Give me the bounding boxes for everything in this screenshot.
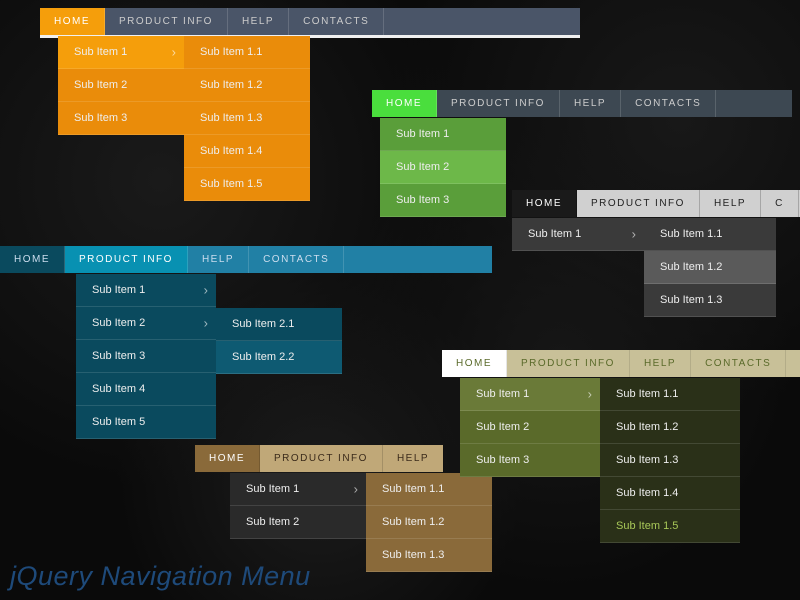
submenu-item[interactable]: Sub Item 1.3	[184, 102, 310, 135]
nav-contacts[interactable]: CONTACTS	[691, 350, 786, 377]
gray-menubar: HOME PRODUCT INFO HELP C	[512, 190, 800, 217]
nav-product-info[interactable]: PRODUCT INFO	[507, 350, 630, 377]
submenu-item[interactable]: Sub Item 4	[76, 373, 216, 406]
submenu-item[interactable]: Sub Item 1	[230, 473, 366, 506]
green-menubar: HOME PRODUCT INFO HELP CONTACTS	[372, 90, 792, 117]
submenu-item[interactable]: Sub Item 1.3	[366, 539, 492, 572]
orange-submenu-l2: Sub Item 1.1 Sub Item 1.2 Sub Item 1.3 S…	[184, 36, 310, 201]
nav-contacts[interactable]: CONTACTS	[289, 8, 384, 35]
nav-contacts[interactable]: C	[761, 190, 799, 217]
submenu-item[interactable]: Sub Item 1.1	[600, 378, 740, 411]
submenu-item[interactable]: Sub Item 2	[380, 151, 506, 184]
green-submenu: Sub Item 1 Sub Item 2 Sub Item 3	[380, 118, 506, 217]
brown-submenu-l2: Sub Item 1.1 Sub Item 1.2 Sub Item 1.3	[366, 473, 492, 572]
nav-product-info[interactable]: PRODUCT INFO	[260, 445, 383, 472]
nav-contacts[interactable]: CONTACTS	[621, 90, 716, 117]
submenu-item[interactable]: Sub Item 1.4	[600, 477, 740, 510]
orange-submenu-l1: Sub Item 1 Sub Item 2 Sub Item 3	[58, 36, 184, 135]
nav-product-info[interactable]: PRODUCT INFO	[105, 8, 228, 35]
teal-menubar: HOME PRODUCT INFO HELP CONTACTS	[0, 246, 492, 273]
submenu-item[interactable]: Sub Item 1.3	[644, 284, 776, 317]
nav-home[interactable]: HOME	[0, 246, 65, 273]
submenu-item[interactable]: Sub Item 3	[380, 184, 506, 217]
submenu-item[interactable]: Sub Item 1.5	[184, 168, 310, 201]
submenu-item[interactable]: Sub Item 1	[380, 118, 506, 151]
brown-menubar: HOME PRODUCT INFO HELP	[195, 445, 443, 472]
submenu-item[interactable]: Sub Item 1.1	[644, 218, 776, 251]
submenu-item[interactable]: Sub Item 2	[58, 69, 184, 102]
submenu-item[interactable]: Sub Item 1.1	[184, 36, 310, 69]
nav-product-info[interactable]: PRODUCT INFO	[577, 190, 700, 217]
gray-submenu-l1: Sub Item 1	[512, 218, 644, 251]
olive-submenu-l2: Sub Item 1.1 Sub Item 1.2 Sub Item 1.3 S…	[600, 378, 740, 543]
nav-home[interactable]: HOME	[512, 190, 577, 217]
submenu-item[interactable]: Sub Item 3	[460, 444, 600, 477]
nav-home[interactable]: HOME	[40, 8, 105, 35]
teal-submenu-l2: Sub Item 2.1 Sub Item 2.2	[216, 308, 342, 374]
orange-menubar: HOME PRODUCT INFO HELP CONTACTS	[40, 8, 580, 38]
submenu-item[interactable]: Sub Item 1.2	[184, 69, 310, 102]
olive-menubar: HOME PRODUCT INFO HELP CONTACTS	[442, 350, 800, 377]
brown-submenu-l1: Sub Item 1 Sub Item 2	[230, 473, 366, 539]
teal-submenu-l1: Sub Item 1 Sub Item 2 Sub Item 3 Sub Ite…	[76, 274, 216, 439]
nav-help[interactable]: HELP	[383, 445, 444, 472]
submenu-item[interactable]: Sub Item 5	[76, 406, 216, 439]
submenu-item[interactable]: Sub Item 1.4	[184, 135, 310, 168]
olive-submenu-l1: Sub Item 1 Sub Item 2 Sub Item 3	[460, 378, 600, 477]
nav-product-info[interactable]: PRODUCT INFO	[65, 246, 188, 273]
submenu-item[interactable]: Sub Item 1.2	[644, 251, 776, 284]
submenu-item[interactable]: Sub Item 2	[230, 506, 366, 539]
nav-home[interactable]: HOME	[372, 90, 437, 117]
submenu-item[interactable]: Sub Item 1	[512, 218, 644, 251]
nav-help[interactable]: HELP	[188, 246, 249, 273]
page-title: jQuery Navigation Menu	[10, 561, 311, 592]
nav-contacts[interactable]: CONTACTS	[249, 246, 344, 273]
submenu-item[interactable]: Sub Item 1.2	[600, 411, 740, 444]
nav-help[interactable]: HELP	[700, 190, 761, 217]
gray-submenu-l2: Sub Item 1.1 Sub Item 1.2 Sub Item 1.3	[644, 218, 776, 317]
submenu-item[interactable]: Sub Item 2.1	[216, 308, 342, 341]
nav-help[interactable]: HELP	[630, 350, 691, 377]
submenu-item[interactable]: Sub Item 2	[460, 411, 600, 444]
submenu-item[interactable]: Sub Item 1.1	[366, 473, 492, 506]
submenu-item[interactable]: Sub Item 1.2	[366, 506, 492, 539]
nav-help[interactable]: HELP	[560, 90, 621, 117]
submenu-item[interactable]: Sub Item 1	[58, 36, 184, 69]
nav-home[interactable]: HOME	[195, 445, 260, 472]
submenu-item[interactable]: Sub Item 1.5	[600, 510, 740, 543]
submenu-item[interactable]: Sub Item 1	[76, 274, 216, 307]
submenu-item[interactable]: Sub Item 2	[76, 307, 216, 340]
nav-product-info[interactable]: PRODUCT INFO	[437, 90, 560, 117]
nav-help[interactable]: HELP	[228, 8, 289, 35]
submenu-item[interactable]: Sub Item 1.3	[600, 444, 740, 477]
submenu-item[interactable]: Sub Item 3	[76, 340, 216, 373]
nav-home[interactable]: HOME	[442, 350, 507, 377]
submenu-item[interactable]: Sub Item 2.2	[216, 341, 342, 374]
submenu-item[interactable]: Sub Item 1	[460, 378, 600, 411]
submenu-item[interactable]: Sub Item 3	[58, 102, 184, 135]
